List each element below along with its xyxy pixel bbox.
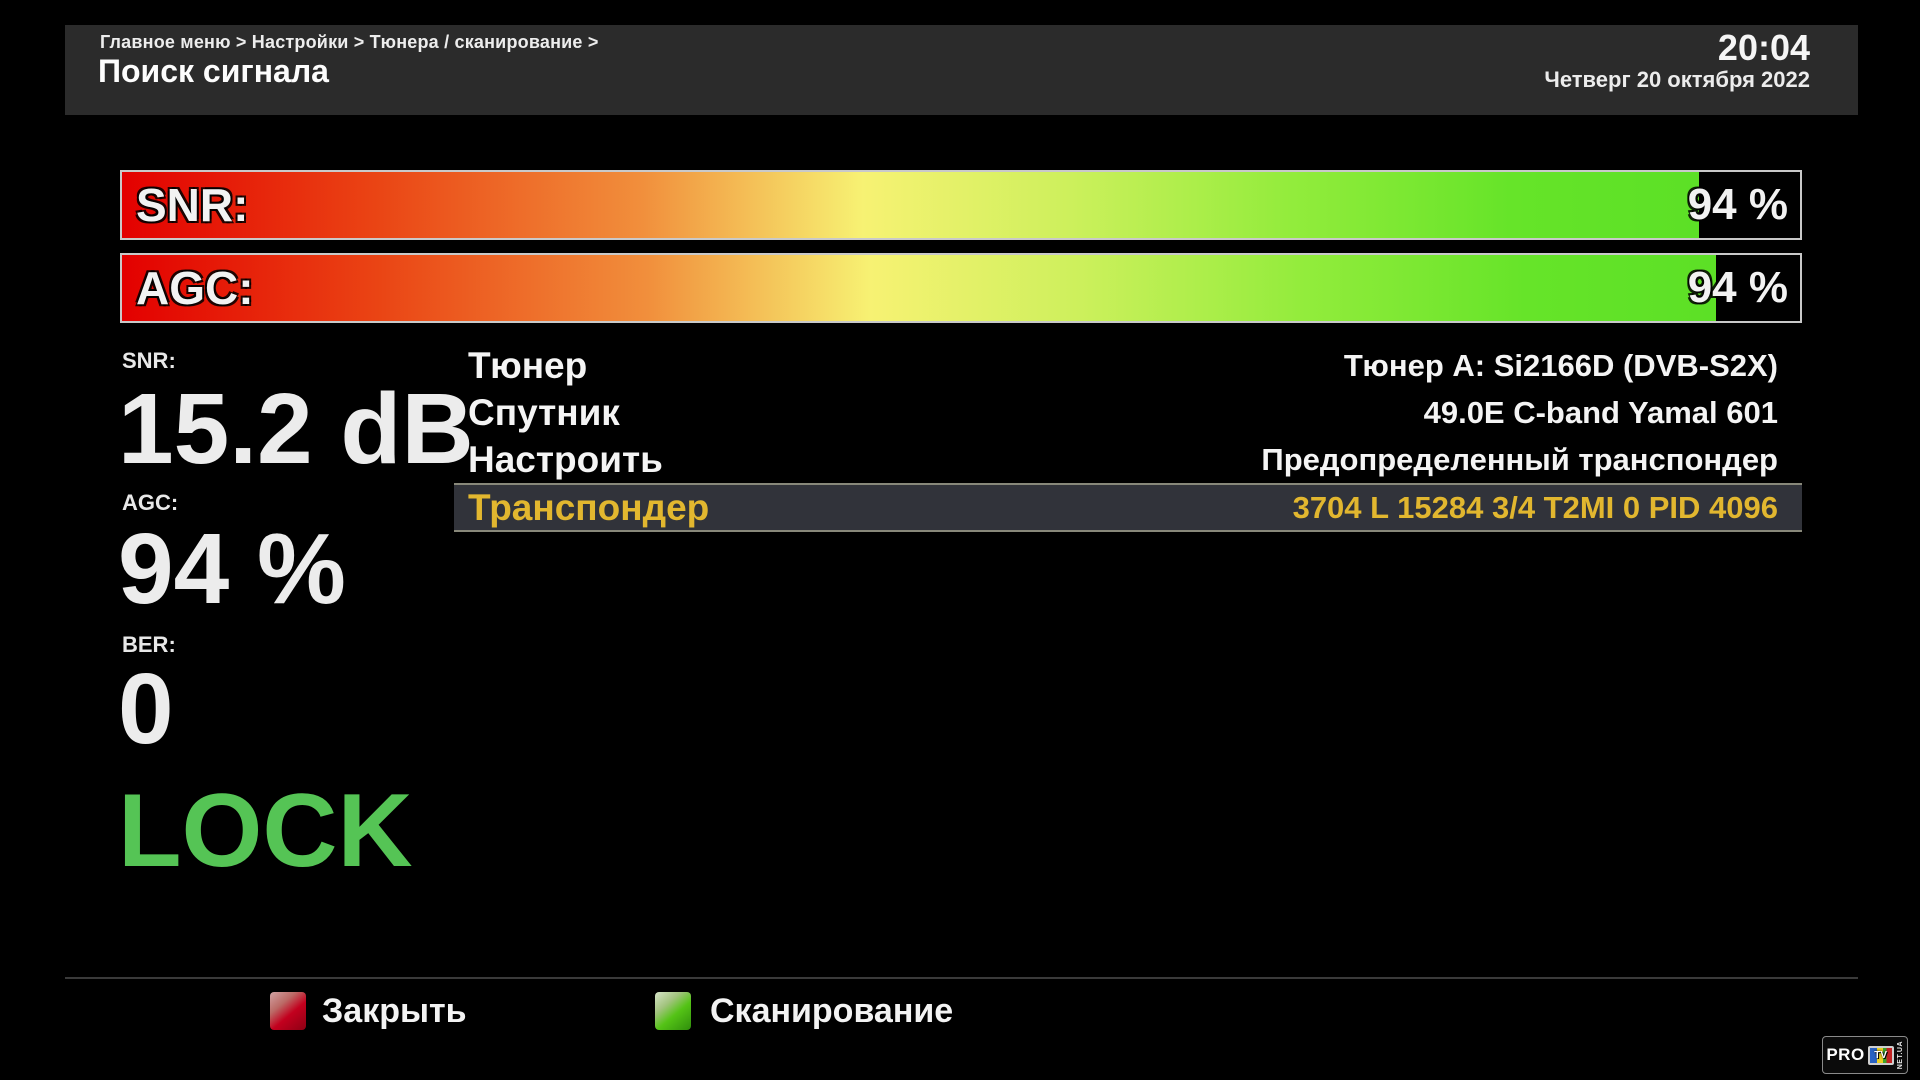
snr-stat-label: SNR: <box>122 348 176 374</box>
snr-bar-label: SNR: <box>136 178 248 232</box>
logo-pro-text: PRO <box>1826 1045 1864 1065</box>
tv-icon: TV <box>1868 1046 1894 1065</box>
menu-row-transponder[interactable]: Транспондер 3704 L 15284 3/4 T2MI 0 PID … <box>454 483 1802 532</box>
header-bar: Главное меню > Настройки > Тюнера / скан… <box>65 25 1858 115</box>
breadcrumb: Главное меню > Настройки > Тюнера / скан… <box>100 32 599 53</box>
menu-value: Тюнер A: Si2166D (DVB-S2X) <box>1344 348 1778 384</box>
menu-row-configure[interactable]: Настроить Предопределенный транспондер <box>454 436 1802 483</box>
menu-value: 49.0E C-band Yamal 601 <box>1424 395 1778 431</box>
agc-bar-label: AGC: <box>136 261 254 315</box>
agc-signal-bar: AGC: 94 % <box>120 253 1802 323</box>
close-button[interactable]: Закрыть <box>322 992 467 1031</box>
menu-label: Тюнер <box>468 345 587 387</box>
page-title: Поиск сигнала <box>98 53 329 90</box>
menu-label: Спутник <box>468 392 620 434</box>
agc-bar-fill <box>122 255 1716 321</box>
protv-logo: PRO TV NET.UA <box>1822 1036 1908 1074</box>
logo-suffix-text: NET.UA <box>1897 1041 1904 1069</box>
menu-row-tuner[interactable]: Тюнер Тюнер A: Si2166D (DVB-S2X) <box>454 342 1802 389</box>
menu-value: 3704 L 15284 3/4 T2MI 0 PID 4096 <box>1293 490 1778 526</box>
footer-separator <box>65 977 1858 979</box>
green-key-icon[interactable] <box>655 992 691 1030</box>
scan-button[interactable]: Сканирование <box>710 992 953 1031</box>
agc-stat-value: 94 % <box>118 522 346 617</box>
red-key-icon[interactable] <box>270 992 306 1030</box>
snr-stat-value: 15.2 dB <box>118 382 474 477</box>
ber-stat-value: 0 <box>118 662 174 757</box>
snr-bar-value: 94 % <box>1688 180 1788 230</box>
time: 20:04 <box>1544 29 1810 67</box>
agc-bar-value: 94 % <box>1688 263 1788 313</box>
menu-label: Транспондер <box>468 487 709 529</box>
lock-status: LOCK <box>118 772 413 891</box>
snr-signal-bar: SNR: 94 % <box>120 170 1802 240</box>
date: Четверг 20 октября 2022 <box>1544 67 1810 93</box>
clock: 20:04 Четверг 20 октября 2022 <box>1544 29 1810 93</box>
tuner-settings-menu: Тюнер Тюнер A: Si2166D (DVB-S2X) Спутник… <box>454 342 1802 532</box>
menu-row-satellite[interactable]: Спутник 49.0E C-band Yamal 601 <box>454 389 1802 436</box>
menu-label: Настроить <box>468 439 663 481</box>
menu-value: Предопределенный транспондер <box>1261 442 1778 478</box>
snr-bar-fill <box>122 172 1699 238</box>
tv-icon-text: TV <box>1874 1050 1887 1061</box>
